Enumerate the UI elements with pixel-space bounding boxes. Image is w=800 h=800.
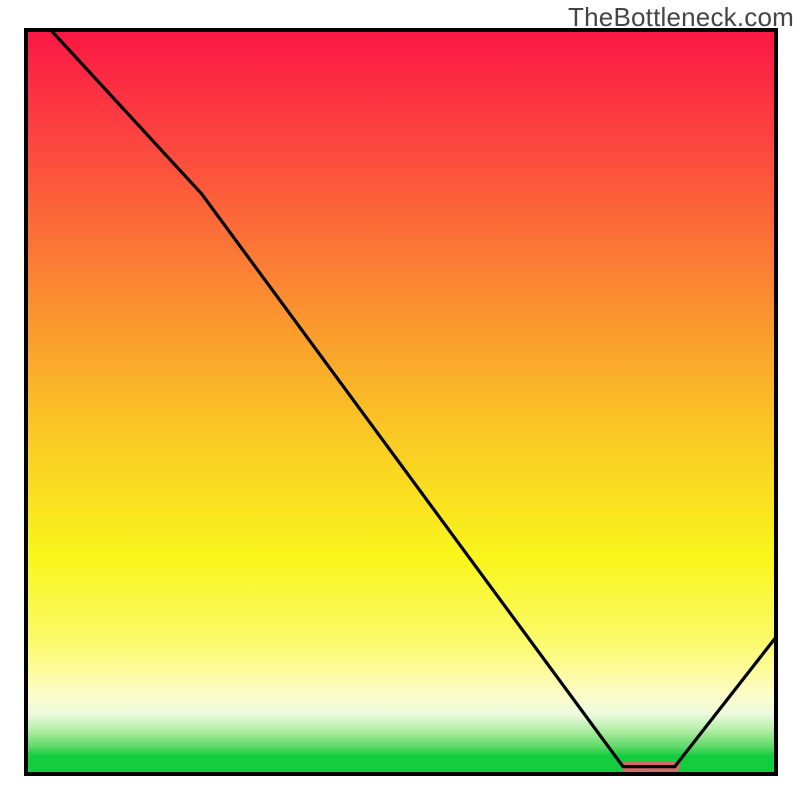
plot-background <box>26 30 776 774</box>
watermark-text: TheBottleneck.com <box>568 2 794 33</box>
chart-stage: TheBottleneck.com <box>0 0 800 800</box>
bottleneck-chart <box>0 0 800 800</box>
